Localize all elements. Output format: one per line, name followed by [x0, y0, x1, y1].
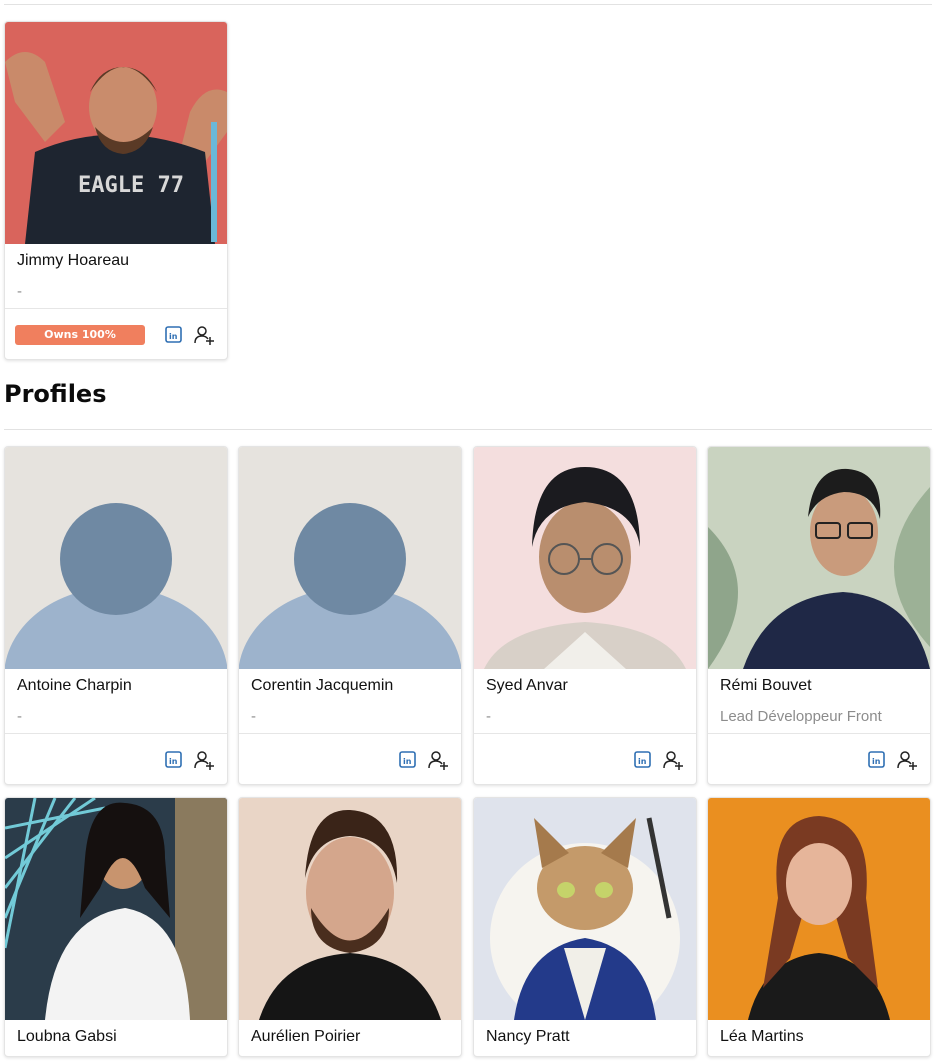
profile-name: Corentin Jacquemin — [251, 677, 394, 694]
profile-name: Aurélien Poirier — [251, 1028, 361, 1045]
profile-photo — [708, 798, 930, 1020]
profile-card[interactable]: Corentin Jacquemin - in — [238, 446, 462, 785]
profile-role: - — [251, 708, 256, 725]
profile-photo — [239, 798, 461, 1020]
profile-photo — [708, 447, 930, 669]
top-divider — [4, 4, 932, 5]
profile-card[interactable]: Léa Martins — [707, 797, 931, 1057]
profile-card[interactable]: Aurélien Poirier — [238, 797, 462, 1057]
add-user-icon[interactable] — [193, 324, 215, 346]
section-title-profiles: Profiles — [4, 380, 107, 408]
profile-name: Loubna Gabsi — [17, 1028, 117, 1045]
svg-text:in: in — [872, 757, 881, 766]
svg-text:in: in — [403, 757, 412, 766]
profile-card[interactable]: Loubna Gabsi — [4, 797, 228, 1057]
profile-name: Léa Martins — [720, 1028, 804, 1045]
profile-card[interactable]: Syed Anvar - in — [473, 446, 697, 785]
svg-text:in: in — [638, 757, 647, 766]
section-divider — [4, 429, 932, 430]
profile-photo — [5, 798, 227, 1020]
linkedin-icon[interactable]: in — [163, 749, 185, 771]
card-footer: Owns 100% in — [5, 308, 227, 359]
profile-photo: EAGLE 77 — [5, 22, 227, 244]
svg-text:in: in — [169, 757, 178, 766]
profile-photo — [474, 798, 696, 1020]
shirt-print: EAGLE 77 — [78, 173, 184, 198]
card-footer: in — [708, 733, 930, 784]
add-user-icon[interactable] — [662, 749, 684, 771]
profile-card[interactable]: Antoine Charpin - in — [4, 446, 228, 785]
featured-profile-card[interactable]: EAGLE 77 Jimmy Hoareau - Owns 100% in — [4, 21, 228, 360]
profile-name: Syed Anvar — [486, 677, 568, 694]
profile-name: Jimmy Hoareau — [17, 252, 130, 269]
profile-role: Lead Développeur Front — [720, 708, 882, 725]
card-footer: in — [474, 733, 696, 784]
add-user-icon[interactable] — [193, 749, 215, 771]
linkedin-icon[interactable]: in — [632, 749, 654, 771]
profile-photo — [474, 447, 696, 669]
profile-name: Nancy Pratt — [486, 1028, 570, 1045]
profile-role: - — [17, 283, 22, 300]
profile-role: - — [17, 708, 22, 725]
svg-text:in: in — [169, 332, 178, 341]
profile-name: Rémi Bouvet — [720, 677, 812, 694]
profile-role: - — [486, 708, 491, 725]
card-footer: in — [239, 733, 461, 784]
profile-card[interactable]: Nancy Pratt — [473, 797, 697, 1057]
add-user-icon[interactable] — [896, 749, 918, 771]
add-user-icon[interactable] — [427, 749, 449, 771]
profile-card[interactable]: Rémi Bouvet Lead Développeur Front in — [707, 446, 931, 785]
avatar-placeholder-icon — [5, 447, 227, 669]
linkedin-icon[interactable]: in — [866, 749, 888, 771]
card-footer: in — [5, 733, 227, 784]
profile-name: Antoine Charpin — [17, 677, 132, 694]
ownership-badge: Owns 100% — [15, 325, 145, 345]
linkedin-icon[interactable]: in — [163, 324, 185, 346]
linkedin-icon[interactable]: in — [397, 749, 419, 771]
avatar-placeholder-icon — [239, 447, 461, 669]
